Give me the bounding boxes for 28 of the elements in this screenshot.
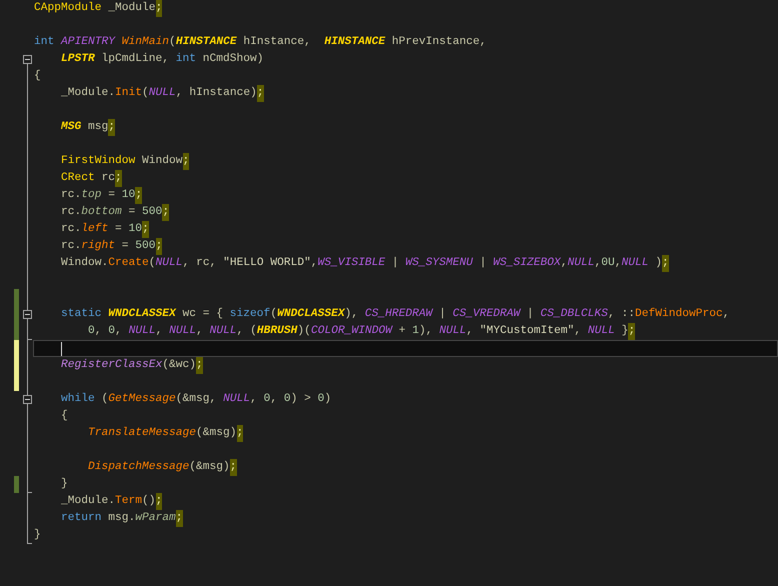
code-line: rc.top = 10; bbox=[34, 187, 142, 204]
code-line: 0, 0, NULL, NULL, NULL, (HBRUSH)(COLOR_WINDOW + 1), NULL, "MYCustomItem", NULL }; bbox=[34, 323, 636, 340]
code-line: RegisterClassEx(&wc); bbox=[34, 357, 203, 374]
code-line: static WNDCLASSEX wc = { sizeof(WNDCLASSEX), CS_HREDRAW | CS_VREDRAW | CS_DBLCLKS, ::DefWindowProc, bbox=[60, 306, 730, 322]
code-line: { bbox=[60, 408, 68, 424]
code-line: } bbox=[60, 476, 68, 492]
code-line: TranslateMessage(&msg); bbox=[34, 425, 244, 442]
code-line: MSG msg; bbox=[34, 119, 116, 136]
code-line: rc.bottom = 500; bbox=[34, 204, 170, 221]
text-cursor bbox=[61, 342, 62, 356]
code-line: Window.Create(NULL, rc, "HELLO WORLD",WS_VISIBLE | WS_SYSMENU | WS_SIZEBOX,NULL,0U,NULL ); bbox=[34, 255, 669, 272]
code-line: _Module.Init(NULL, hInstance); bbox=[34, 85, 264, 102]
code-line: while (GetMessage(&msg, NULL, 0, 0) > 0) bbox=[60, 392, 332, 407]
collapse-icon[interactable] bbox=[23, 55, 32, 64]
code-line: rc.right = 500; bbox=[34, 238, 162, 255]
code-line: DispatchMessage(&msg); bbox=[34, 459, 237, 476]
collapse-icon[interactable] bbox=[23, 395, 32, 404]
code-line: int APIENTRY WinMain(HINSTANCE hInstance, HINSTANCE hPrevInstance, bbox=[34, 34, 486, 50]
code-line: rc.left = 10; bbox=[34, 221, 149, 238]
code-line: } bbox=[34, 528, 41, 543]
collapse-icon[interactable] bbox=[23, 310, 32, 319]
code-line: LPSTR lpCmdLine, int nCmdShow) bbox=[60, 52, 264, 67]
code-line: { bbox=[34, 68, 41, 84]
code-line: FirstWindow Window; bbox=[34, 153, 190, 170]
code-line: CRect rc; bbox=[34, 170, 122, 187]
code-line: return msg.wParam; bbox=[34, 510, 183, 527]
code-line: _Module.Term(); bbox=[34, 493, 162, 510]
code-line: CAppModule _Module; bbox=[34, 0, 162, 17]
